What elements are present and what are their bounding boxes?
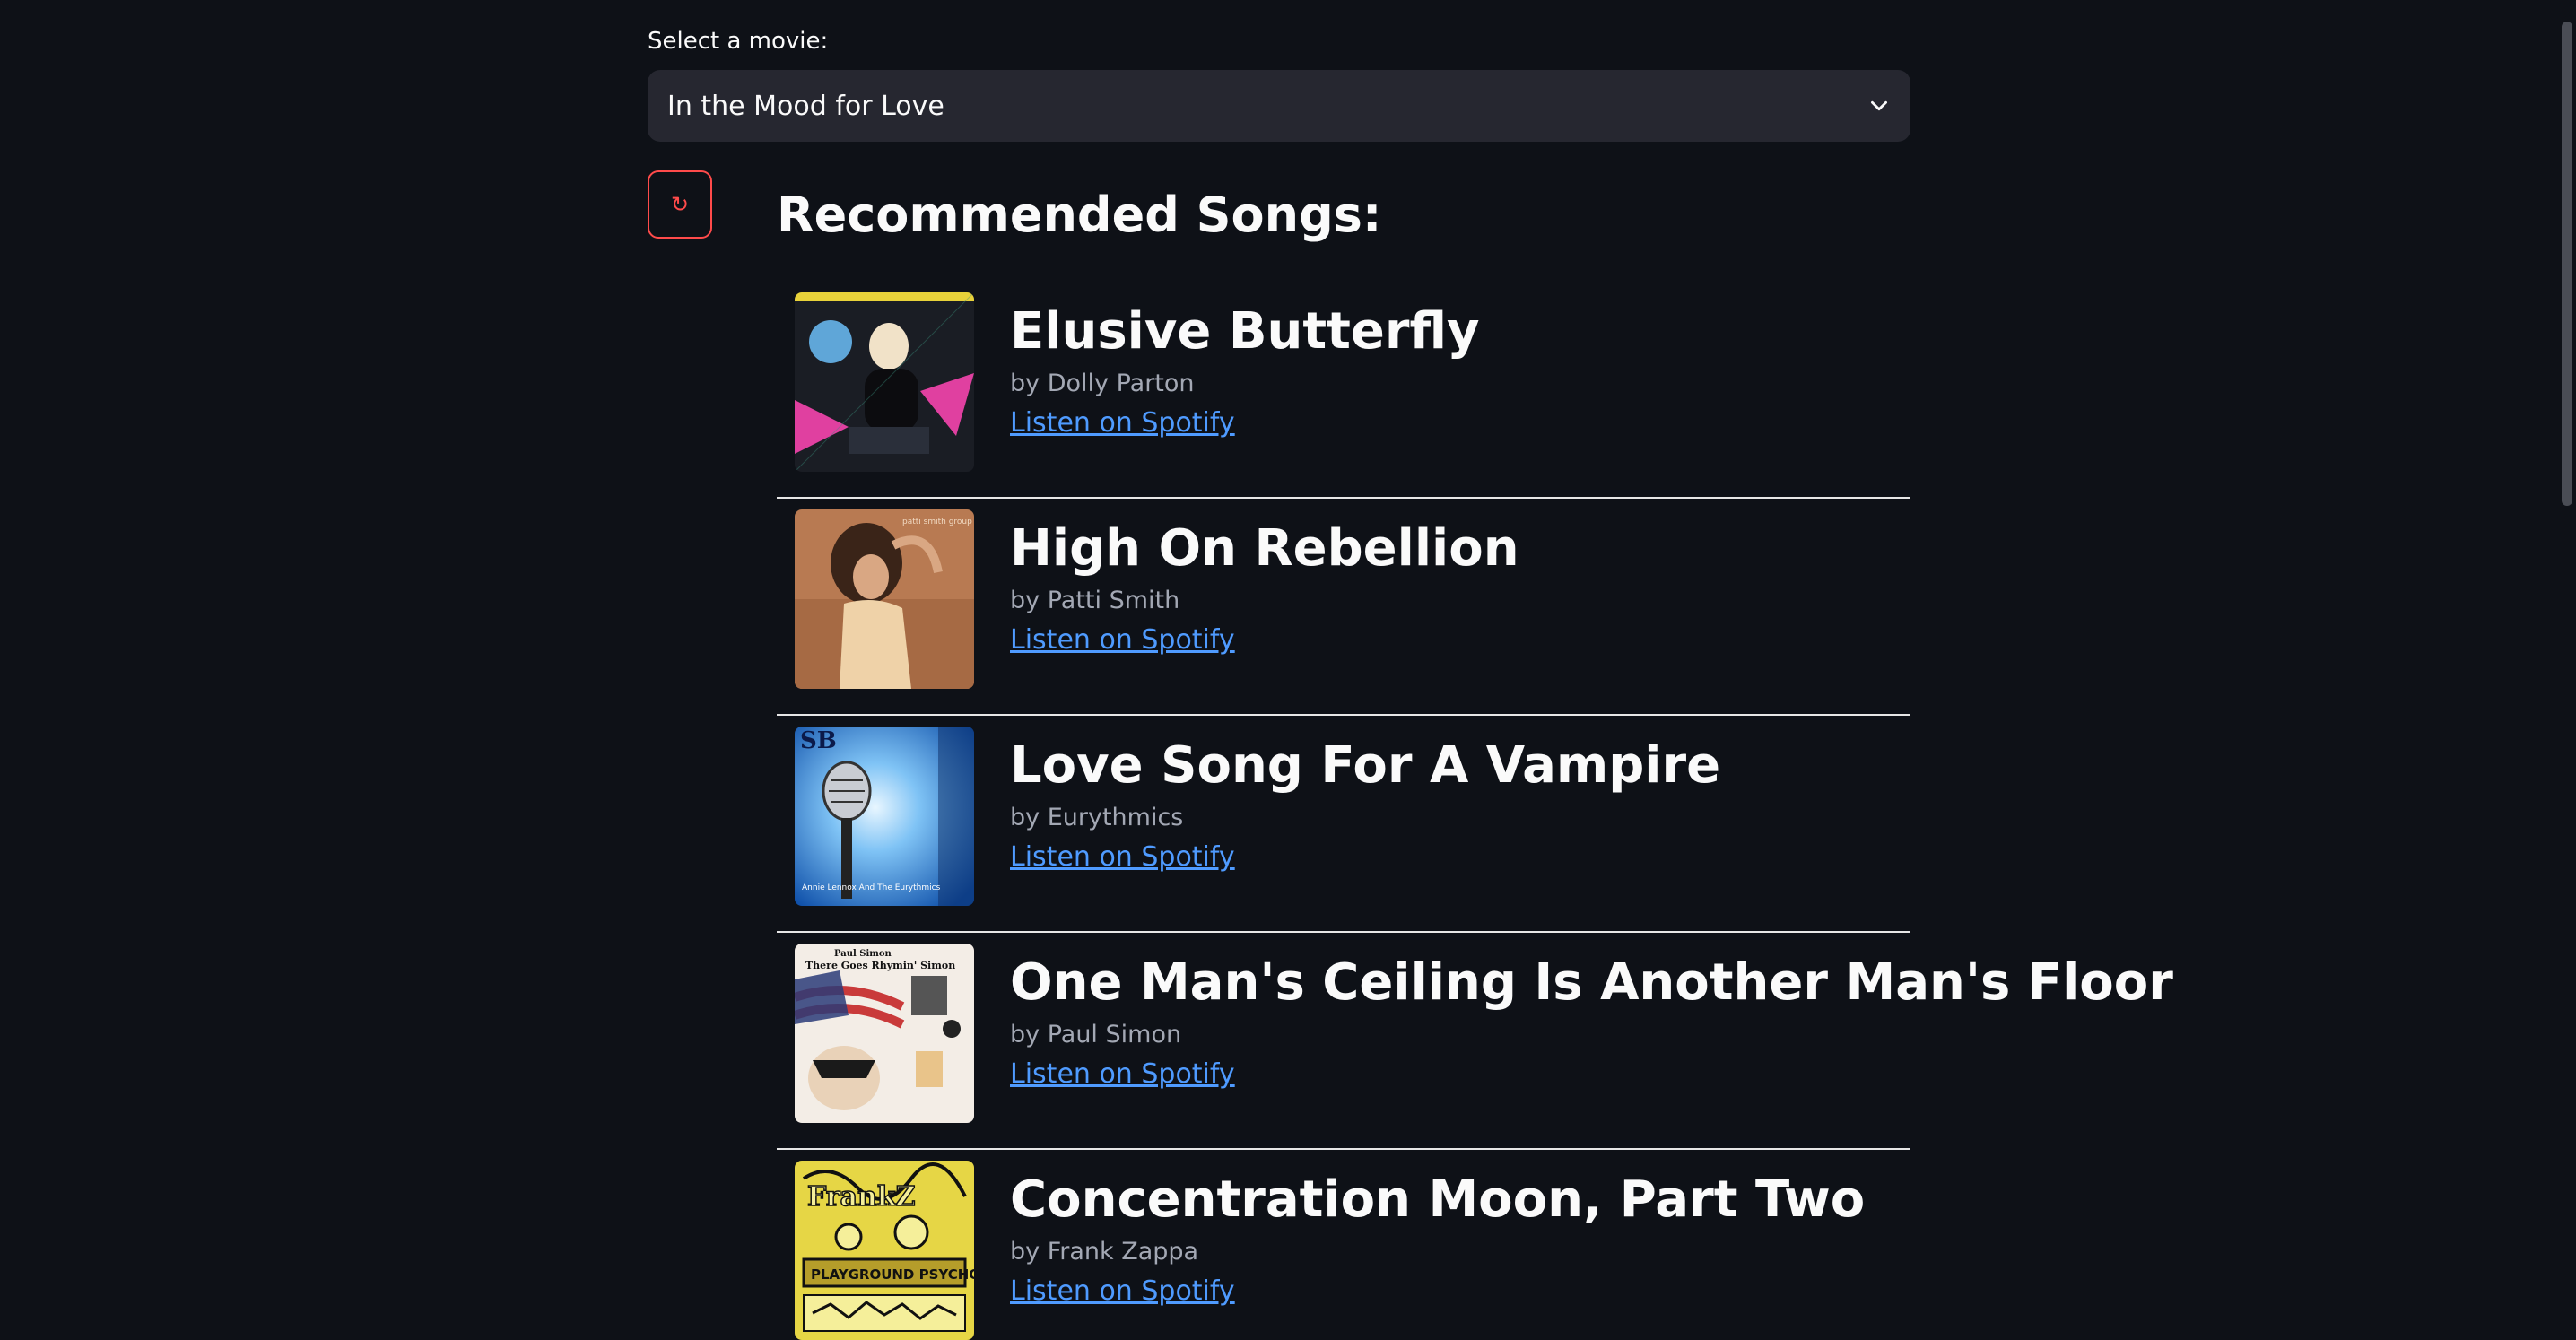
song-info: Elusive Butterfly by Dolly Parton Listen… [1010,300,1480,445]
page-scrollbar[interactable] [2558,0,2576,1340]
song-row: Paul Simon There Goes Rhymin' Simon One … [777,935,2173,1150]
song-artist: by Frank Zappa [1010,1238,1199,1266]
svg-text:Annie Lennox And The Eurythmic: Annie Lennox And The Eurythmics [802,883,941,892]
song-info: Love Song For A Vampire by Eurythmics Li… [1010,734,1720,879]
refresh-icon: ↻ [670,192,690,217]
song-title: Concentration Moon, Part Two [1010,1170,1866,1229]
song-row: FrankZ PLAYGROUND PSYCHOTICS Concentrati… [777,1152,1910,1340]
svg-text:FrankZ: FrankZ [807,1181,916,1213]
album-cover: SB Annie Lennox And The Eurythmics [795,727,974,906]
song-row: Elusive Butterfly by Dolly Parton Listen… [777,283,1910,499]
spotify-link[interactable]: Listen on Spotify [1010,1270,1235,1313]
song-info: One Man's Ceiling Is Another Man's Floor… [1010,951,2173,1096]
song-info: Concentration Moon, Part Two by Frank Za… [1010,1168,1865,1313]
song-list: Elusive Butterfly by Dolly Parton Listen… [777,283,2173,1340]
svg-text:patti smith group: patti smith group [902,518,972,526]
scrollbar-thumb[interactable] [2562,22,2572,506]
song-artist: by Dolly Parton [1010,370,1195,397]
spotify-link[interactable]: Listen on Spotify [1010,1053,1235,1096]
album-cover: Paul Simon There Goes Rhymin' Simon [795,944,974,1123]
song-title: Love Song For A Vampire [1010,736,1721,795]
album-cover [795,292,974,472]
chevron-down-icon [1867,94,1891,117]
refresh-button[interactable]: ↻ [648,170,712,239]
svg-text:SB: SB [800,727,837,754]
song-artist: by Patti Smith [1010,587,1180,614]
spotify-link[interactable]: Listen on Spotify [1010,619,1235,662]
app-page: Select a movie: In the Mood for Love ↻ R… [0,0,2576,1340]
song-title: One Man's Ceiling Is Another Man's Floor [1010,953,2173,1012]
movie-select[interactable]: In the Mood for Love [648,70,1910,142]
song-artist: by Paul Simon [1010,1021,1182,1049]
svg-text:PLAYGROUND PSYCHOTICS: PLAYGROUND PSYCHOTICS [811,1266,974,1283]
movie-select-value: In the Mood for Love [667,90,944,122]
page-title: Recommended Songs: [777,187,1382,243]
spotify-link[interactable]: Listen on Spotify [1010,836,1235,879]
song-info: High On Rebellion by Patti Smith Listen … [1010,517,1519,662]
song-title: Elusive Butterfly [1010,302,1480,361]
movie-select-label: Select a movie: [648,28,829,55]
album-cover: FrankZ PLAYGROUND PSYCHOTICS [795,1161,974,1340]
recommendations-section: Recommended Songs: Elusive Butterfly by … [777,179,2173,1340]
spotify-link[interactable]: Listen on Spotify [1010,402,1235,445]
svg-text:There Goes Rhymin' Simon: There Goes Rhymin' Simon [805,960,955,971]
song-title: High On Rebellion [1010,519,1519,578]
song-row: SB Annie Lennox And The Eurythmics Love … [777,718,1910,933]
song-row: patti smith group High On Rebellion by P… [777,500,1910,716]
album-cover: patti smith group [795,509,974,689]
song-artist: by Eurythmics [1010,804,1184,831]
svg-text:Paul Simon: Paul Simon [834,949,892,959]
